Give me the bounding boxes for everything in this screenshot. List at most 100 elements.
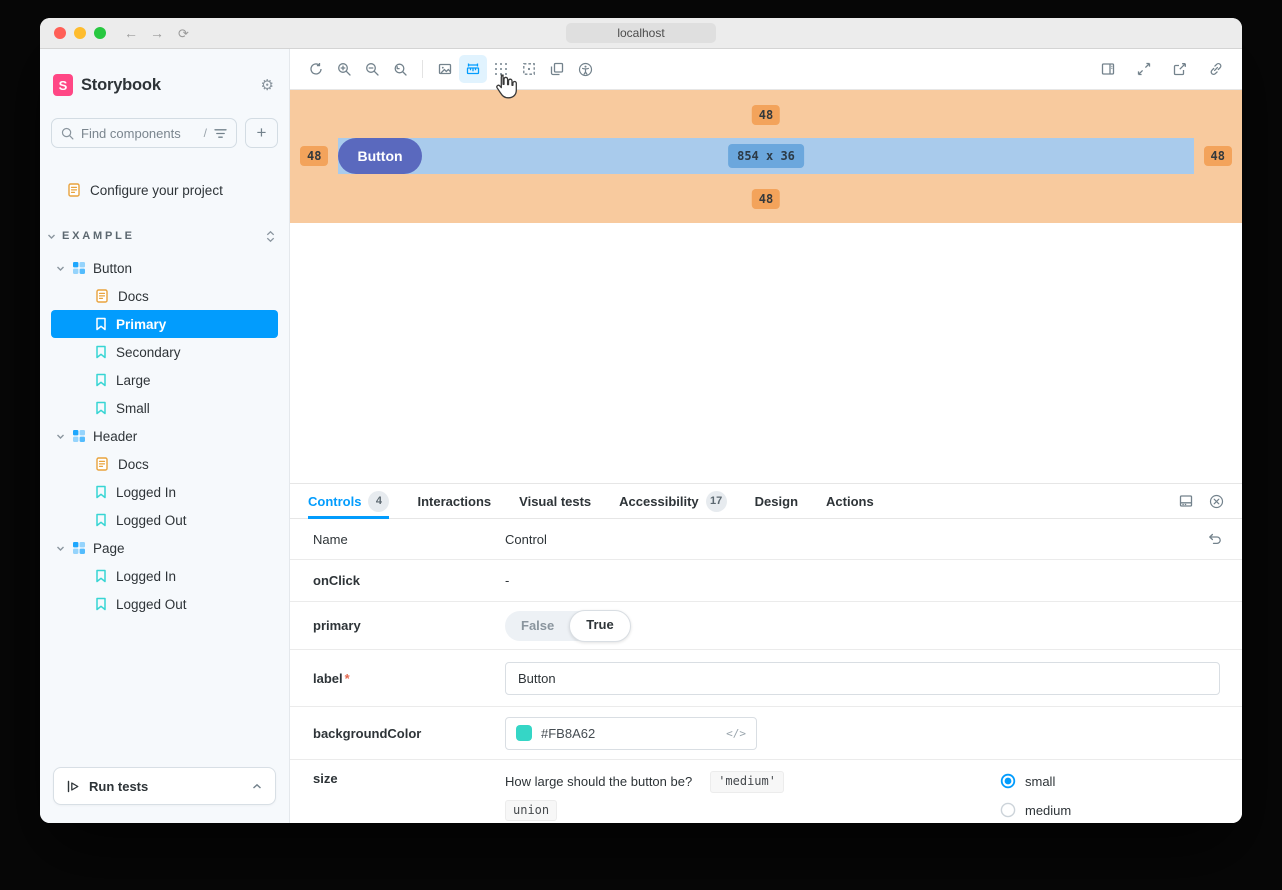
sidebar-item-label: Secondary: [116, 345, 181, 360]
measure-margin-top-label: 48: [752, 105, 780, 125]
sidebar-section-example[interactable]: EXAMPLE: [47, 225, 276, 247]
sidebar-item-label: Configure your project: [90, 183, 223, 198]
label-text-input[interactable]: Button: [505, 662, 1220, 695]
open-in-new-tab-icon[interactable]: [1166, 55, 1194, 83]
control-name: onClick: [290, 573, 505, 588]
sidebar-item-label: Logged In: [116, 485, 176, 500]
sidebar-item-button-small[interactable]: Small: [51, 394, 278, 422]
collapse-expand-all-icon[interactable]: [265, 230, 276, 243]
radio-label: small: [1025, 774, 1055, 789]
control-name: primary: [290, 618, 505, 633]
sidebar-item-label: Logged In: [116, 569, 176, 584]
chevron-down-icon: [47, 232, 56, 241]
story-bookmark-icon: [95, 373, 107, 387]
addons-panel: Controls 4 Interactions Visual tests Acc…: [290, 483, 1242, 823]
sidebar-item-button-large[interactable]: Large: [51, 366, 278, 394]
reset-controls-icon[interactable]: [1207, 533, 1222, 546]
tab-visual-tests[interactable]: Visual tests: [519, 484, 591, 518]
measure-margin-bottom-label: 48: [752, 189, 780, 209]
tab-accessibility[interactable]: Accessibility 17: [619, 484, 727, 518]
tab-design[interactable]: Design: [755, 484, 798, 518]
control-row-onclick: onClick -: [290, 560, 1242, 602]
filter-icon[interactable]: [214, 128, 227, 139]
viewport-icon[interactable]: [543, 55, 571, 83]
toggle-addons-panel-icon[interactable]: [1094, 55, 1122, 83]
radio-selected-icon: [1000, 773, 1016, 789]
fullscreen-icon[interactable]: [1130, 55, 1158, 83]
control-row-label: label* Button: [290, 650, 1242, 707]
sidebar-item-button-primary[interactable]: Primary: [51, 310, 278, 338]
control-name: backgroundColor: [290, 726, 505, 741]
sidebar-item-header-docs[interactable]: Docs: [51, 450, 278, 478]
panel-position-icon[interactable]: [1179, 494, 1193, 508]
zoom-window-button[interactable]: [94, 27, 106, 39]
create-story-button[interactable]: +: [245, 118, 278, 148]
gear-icon[interactable]: ⚙: [261, 76, 274, 94]
address-bar[interactable]: localhost: [566, 23, 716, 43]
sidebar-item-header-logged-in[interactable]: Logged In: [51, 478, 278, 506]
tab-controls-badge: 4: [368, 491, 389, 512]
storybook-logo-icon: S: [53, 74, 73, 96]
sidebar-item-configure-project[interactable]: Configure your project: [40, 177, 289, 203]
color-picker-input[interactable]: #FB8A62 </>: [505, 717, 757, 750]
toggle-false-option[interactable]: False: [505, 611, 570, 641]
search-placeholder: Find components: [81, 126, 181, 141]
component-icon: [72, 541, 86, 555]
copy-link-icon[interactable]: [1202, 55, 1230, 83]
addons-tabbar: Controls 4 Interactions Visual tests Acc…: [290, 484, 1242, 519]
radio-option-medium[interactable]: medium: [1000, 802, 1242, 818]
controls-table-header: Name Control: [290, 519, 1242, 560]
close-panel-icon[interactable]: [1209, 494, 1224, 509]
outline-icon[interactable]: [515, 55, 543, 83]
browser-forward-icon[interactable]: →: [150, 26, 164, 40]
accessibility-icon[interactable]: [571, 55, 599, 83]
raw-value-toggle-icon[interactable]: </>: [726, 727, 746, 740]
sidebar-item-page-logged-out[interactable]: Logged Out: [51, 590, 278, 618]
tab-label: Visual tests: [519, 494, 591, 509]
story-bookmark-icon: [95, 569, 107, 583]
story-canvas[interactable]: 48 48 48 48 Button 854 x 36: [290, 90, 1242, 483]
color-swatch[interactable]: [516, 725, 532, 741]
sidebar-item-label: Button: [93, 261, 132, 276]
controls-table: Name Control onClick - primary: [290, 519, 1242, 823]
story-button[interactable]: Button: [338, 138, 422, 174]
sidebar-item-header-logged-out[interactable]: Logged Out: [51, 506, 278, 534]
story-bookmark-icon: [95, 597, 107, 611]
tab-controls[interactable]: Controls 4: [308, 484, 389, 518]
browser-reload-icon[interactable]: ⟳: [178, 27, 189, 40]
zoom-reset-icon[interactable]: [386, 55, 414, 83]
tab-label: Controls: [308, 494, 361, 509]
docs-icon: [67, 183, 81, 197]
tab-accessibility-badge: 17: [706, 491, 727, 512]
sidebar-item-button[interactable]: Button: [51, 254, 278, 282]
tab-interactions[interactable]: Interactions: [417, 484, 491, 518]
boolean-toggle[interactable]: False True: [505, 611, 630, 641]
measure-icon[interactable]: [459, 55, 487, 83]
sidebar-item-label: Header: [93, 429, 137, 444]
search-input[interactable]: Find components /: [51, 118, 237, 148]
radio-option-small[interactable]: small: [1000, 773, 1242, 789]
minimize-window-button[interactable]: [74, 27, 86, 39]
sidebar-item-page-logged-in[interactable]: Logged In: [51, 562, 278, 590]
run-tests-button[interactable]: Run tests: [53, 767, 276, 805]
close-window-button[interactable]: [54, 27, 66, 39]
sidebar-item-page[interactable]: Page: [51, 534, 278, 562]
sidebar-item-header[interactable]: Header: [51, 422, 278, 450]
preview-area: 48 48 48 48 Button 854 x 36 Contr: [290, 49, 1242, 823]
toggle-true-option[interactable]: True: [569, 610, 630, 642]
chevron-up-icon: [252, 783, 262, 790]
measure-margin-overlay: 48 48 48 48 Button 854 x 36: [290, 90, 1242, 223]
chevron-down-icon: [56, 264, 65, 273]
browser-back-icon[interactable]: ←: [124, 26, 138, 40]
backgrounds-icon[interactable]: [431, 55, 459, 83]
tab-actions[interactable]: Actions: [826, 484, 874, 518]
measure-margin-left-label: 48: [300, 146, 328, 166]
section-label: EXAMPLE: [62, 230, 135, 242]
remount-component-icon[interactable]: [302, 55, 330, 83]
sidebar-item-button-docs[interactable]: Docs: [51, 282, 278, 310]
grid-icon[interactable]: [487, 55, 515, 83]
browser-window: ← → ⟳ localhost S Storybook ⚙ Find compo…: [40, 18, 1242, 823]
zoom-out-icon[interactable]: [358, 55, 386, 83]
sidebar-item-button-secondary[interactable]: Secondary: [51, 338, 278, 366]
zoom-in-icon[interactable]: [330, 55, 358, 83]
